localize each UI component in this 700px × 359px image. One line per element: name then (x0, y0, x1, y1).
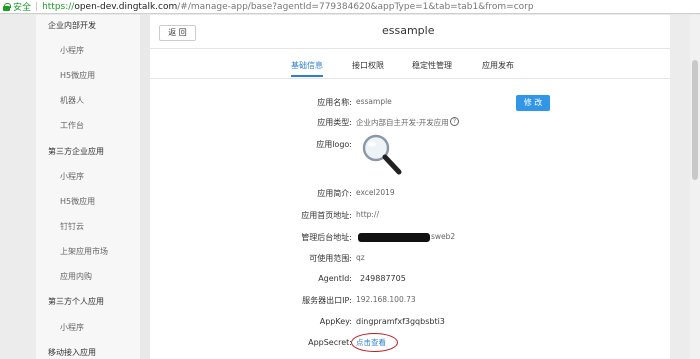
sidebar-item-dingtalk-cloud[interactable]: 钉钉云 (36, 219, 140, 235)
sidebar-item-mini-program[interactable]: 小程序 (36, 43, 140, 59)
page-title: essample (382, 24, 435, 37)
tab-stability[interactable]: 稳定性管理 (412, 59, 452, 77)
redaction-mark (358, 233, 430, 242)
page-margin-left (0, 15, 36, 359)
appkey-label: AppKey: (319, 317, 352, 326)
sidebar-item-h5-app-2[interactable]: H5微应用 (36, 194, 140, 210)
tabs-divider (150, 78, 670, 79)
server-ip-label: 服务器出口IP: (302, 296, 352, 305)
sidebar-item-robot[interactable]: 机器人 (36, 93, 140, 109)
url-host: open-dev.dingtalk.com (74, 1, 178, 12)
server-ip-value: 192.168.100.73 (356, 295, 416, 304)
tab-publish[interactable]: 应用发布 (482, 59, 514, 77)
sidebar-item-in-app-purchase[interactable]: 应用内购 (36, 269, 140, 285)
url-scheme: https:// (42, 1, 75, 12)
sidebar-item-h5-app[interactable]: H5微应用 (36, 68, 140, 84)
admin-url-label: 管理后台地址: (301, 233, 352, 242)
tab-api-permissions[interactable]: 接口权限 (352, 59, 384, 77)
appkey-value: dingpramfxf3gqbsbti3 (356, 317, 445, 326)
app-intro-value: excel2019 (356, 188, 395, 197)
app-logo-label: 应用logo: (316, 140, 352, 149)
app-type-label: 应用类型: (317, 118, 352, 127)
homepage-url-label: 应用首页地址: (301, 211, 352, 220)
agentid-label: AgentId: (318, 274, 352, 283)
address-bar[interactable]: 安全 | https:// open-dev.dingtalk.com /#/m… (0, 0, 700, 14)
sidebar-item-workbench[interactable]: 工作台 (36, 118, 140, 134)
app-name-value: essample (356, 97, 392, 106)
admin-url-value: sweb2 (431, 232, 456, 241)
help-icon[interactable]: ? (450, 117, 459, 126)
url-path: /#/manage-app/base?agentId=779384620&app… (177, 1, 534, 12)
sidebar-item-app-market[interactable]: 上架应用市场 (36, 244, 140, 260)
sidebar: 企业内部开发 小程序 H5微应用 机器人 工作台 第三方企业应用 小程序 H5微… (36, 15, 140, 359)
appsecret-label: AppSecret: (308, 338, 352, 347)
app-type-value: 企业内部自主开发-开发应用 (356, 118, 449, 127)
homepage-url-value: http:// (356, 210, 379, 219)
sidebar-group-mobile-access[interactable]: 移动接入应用 (36, 345, 140, 359)
annotation-circle (351, 333, 398, 352)
sidebar-item-mini-program-2[interactable]: 小程序 (36, 169, 140, 185)
sidebar-group-third-party-enterprise[interactable]: 第三方企业应用 (36, 144, 140, 160)
address-separator: | (35, 1, 39, 12)
sidebar-item-mini-program-3[interactable]: 小程序 (36, 320, 140, 336)
scrollbar-thumb[interactable] (692, 60, 698, 180)
back-button[interactable]: 返 回 (159, 25, 196, 41)
app-name-label: 应用名称: (317, 98, 352, 107)
tab-basic-info[interactable]: 基础信息 (291, 59, 323, 77)
lock-icon (3, 2, 11, 11)
tab-bar: 基础信息 接口权限 稳定性管理 应用发布 (150, 59, 670, 77)
main-panel: 返 回 essample 基础信息 接口权限 稳定性管理 应用发布 应用名称: … (150, 15, 670, 359)
sidebar-group-third-party-personal[interactable]: 第三方个人应用 (36, 294, 140, 310)
agentid-value: 249887705 (360, 274, 406, 283)
magnifier-icon (362, 134, 402, 175)
edit-button[interactable]: 修 改 (516, 95, 550, 111)
scope-label: 可使用范围: (309, 254, 352, 263)
sidebar-group-internal-dev[interactable]: 企业内部开发 (36, 18, 140, 34)
secure-label: 安全 (13, 3, 32, 13)
header-divider (150, 48, 670, 49)
scope-value: qz (356, 253, 365, 262)
app-intro-label: 应用简介: (317, 189, 352, 198)
